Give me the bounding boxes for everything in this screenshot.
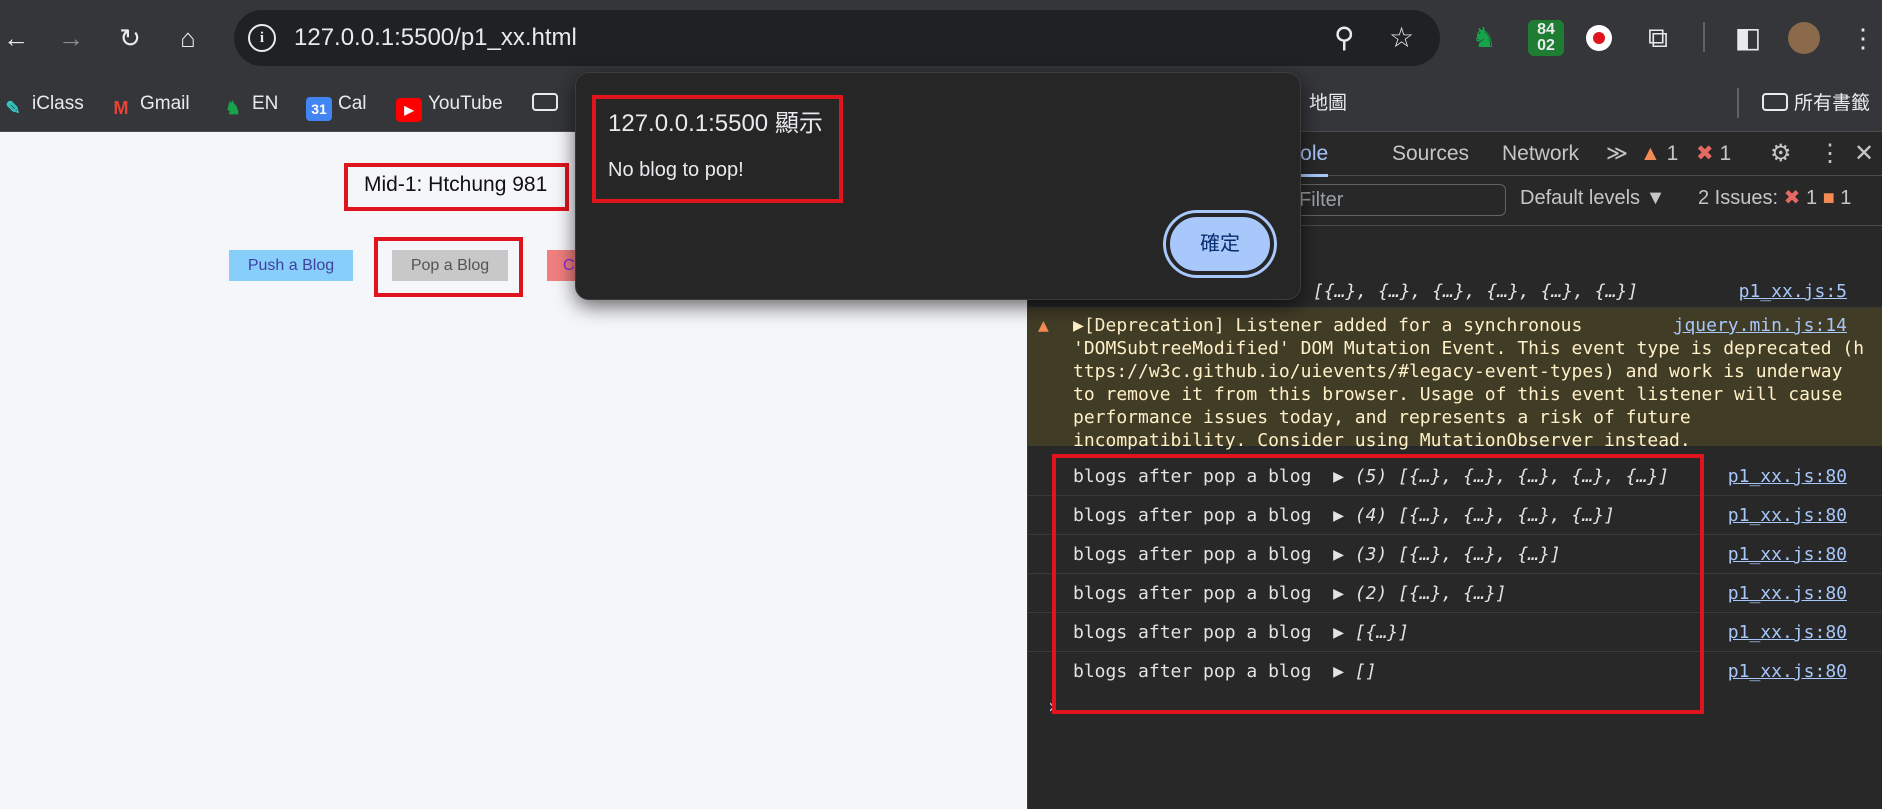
log-source-link[interactable]: p1_xx.js:80 [1728, 465, 1847, 488]
extensions-puzzle-icon[interactable]: ⧉ [1640, 20, 1676, 56]
record-extension-icon[interactable] [1586, 25, 1612, 51]
warning-line: 'DOMSubtreeModified' DOM Mutation Event.… [1073, 338, 1865, 359]
bookmark-map[interactable]: 地圖 [1309, 88, 1347, 120]
gmail-icon: M [113, 98, 129, 118]
forward-arrow-icon[interactable]: → [55, 22, 87, 54]
console-warning: ▲ jquery.min.js:14 ▶[Deprecation] Listen… [1028, 308, 1882, 451]
warning-triangle-icon: ▲ [1640, 142, 1661, 165]
error-x-icon: ✖ [1783, 187, 1801, 209]
address-url[interactable]: 127.0.0.1:5500/p1_xx.html [294, 24, 577, 52]
bookmark-star-icon[interactable]: ☆ [1389, 22, 1414, 54]
highlight-box-logs [1052, 454, 1704, 714]
tab-sources[interactable]: Sources [1392, 140, 1469, 168]
bookmarks-divider [1737, 88, 1739, 118]
warning-line: performance issues today, and represents… [1073, 407, 1691, 428]
settings-gear-icon[interactable]: ⚙ [1770, 140, 1792, 168]
error-x-icon: ✖ [1696, 142, 1714, 165]
bookmark-en[interactable]: ♞ EN [220, 88, 278, 120]
close-devtools-icon[interactable]: ✕ [1854, 140, 1874, 168]
warning-triangle-icon: ▲ [1038, 315, 1049, 336]
log-source-link[interactable]: p1_xx.js:5 [1739, 280, 1847, 303]
log-source-link[interactable]: p1_xx.js:80 [1728, 504, 1847, 527]
side-panel-icon[interactable]: ◧ [1730, 20, 1766, 56]
log-source-link[interactable]: p1_xx.js:80 [1728, 582, 1847, 605]
warnings-count: 1 [1666, 142, 1679, 165]
folder-icon [1762, 93, 1788, 111]
toolbar-divider [1703, 22, 1705, 52]
zoom-icon[interactable]: ⚲ [1334, 22, 1355, 54]
reload-icon[interactable]: ↻ [114, 22, 146, 54]
bookmark-cal[interactable]: 31 Cal [306, 88, 367, 121]
issues-link[interactable]: 2 Issues: ✖ 1 ■ 1 [1698, 184, 1851, 212]
back-arrow-icon[interactable]: ← [0, 22, 32, 54]
tab-network[interactable]: Network [1502, 140, 1579, 168]
site-info-icon[interactable]: i [248, 24, 276, 52]
evernote-extension-icon[interactable]: ♞ [1466, 20, 1502, 56]
bookmark-label: Gmail [140, 93, 190, 114]
log-source-link[interactable]: p1_xx.js:80 [1728, 660, 1847, 683]
bookmark-gmail[interactable]: M Gmail [108, 88, 190, 120]
bookmark-label: iClass [32, 93, 84, 114]
folder-icon [532, 93, 558, 111]
highlight-box-dialog [592, 95, 843, 203]
browser-toolbar: ← → ↻ ⌂ i 127.0.0.1:5500/p1_xx.html ⚲ ☆ … [0, 0, 1882, 76]
warning-line: incompatibility. Consider using Mutation… [1073, 430, 1691, 451]
log-value: [{…}, {…}, {…}, {…}, {…}, {…}] [1313, 281, 1639, 302]
log-source-link[interactable]: p1_xx.js:80 [1728, 621, 1847, 644]
evernote-icon: ♞ [224, 98, 242, 118]
bookmark-label: 所有書籤 [1794, 93, 1871, 114]
log-source-link[interactable]: p1_xx.js:80 [1728, 543, 1847, 566]
bookmark-folder[interactable] [532, 88, 564, 120]
issues-warn-count: 1 [1840, 187, 1852, 209]
warning-line: to remove it from this browser. Usage of… [1073, 384, 1843, 405]
bookmark-label: YouTube [428, 93, 503, 114]
highlight-box-pop [374, 237, 523, 297]
iclass-icon: ✎ [5, 98, 21, 118]
warning-line: ttps://w3c.github.io/uievents/#legacy-ev… [1073, 361, 1843, 382]
errors-count: 1 [1719, 142, 1732, 165]
youtube-icon: ▶ [396, 98, 422, 122]
warning-square-icon: ■ [1822, 187, 1835, 209]
warnings-counter[interactable]: ▲ 1 [1640, 140, 1678, 168]
log-source-link[interactable]: jquery.min.js:14 [1674, 314, 1847, 337]
menu-kebab-icon[interactable]: ⋮ [1850, 20, 1876, 56]
calendar-icon: 31 [306, 97, 332, 121]
bookmark-label: EN [252, 93, 279, 114]
default-levels-dropdown[interactable]: Default levels ▼ [1520, 184, 1665, 212]
more-tabs-icon[interactable]: ≫ [1606, 140, 1628, 168]
alert-dialog: 127.0.0.1:5500 顯示 No blog to pop! 確定 [575, 72, 1301, 300]
dialog-ok-button[interactable]: 確定 [1166, 213, 1274, 275]
extension-badge-icon[interactable]: 84 02 [1528, 20, 1564, 56]
address-bar[interactable]: i 127.0.0.1:5500/p1_xx.html ⚲ ☆ [234, 10, 1440, 66]
profile-avatar[interactable] [1788, 22, 1820, 54]
highlight-box-title [344, 163, 569, 211]
all-bookmarks[interactable]: 所有書籤 [1762, 88, 1870, 120]
issues-error-count: 1 [1805, 187, 1818, 209]
bookmark-label: Cal [338, 93, 367, 114]
issues-label: 2 Issues: [1698, 187, 1779, 209]
errors-counter[interactable]: ✖ 1 [1696, 140, 1731, 168]
devtools-menu-icon[interactable]: ⋮ [1818, 140, 1842, 168]
bookmark-iclass[interactable]: ✎ iClass [0, 88, 84, 120]
third-button[interactable]: C [547, 250, 577, 281]
push-blog-button[interactable]: Push a Blog [229, 250, 353, 281]
bookmark-youtube[interactable]: ▶ YouTube [396, 88, 503, 122]
home-icon[interactable]: ⌂ [172, 22, 204, 54]
